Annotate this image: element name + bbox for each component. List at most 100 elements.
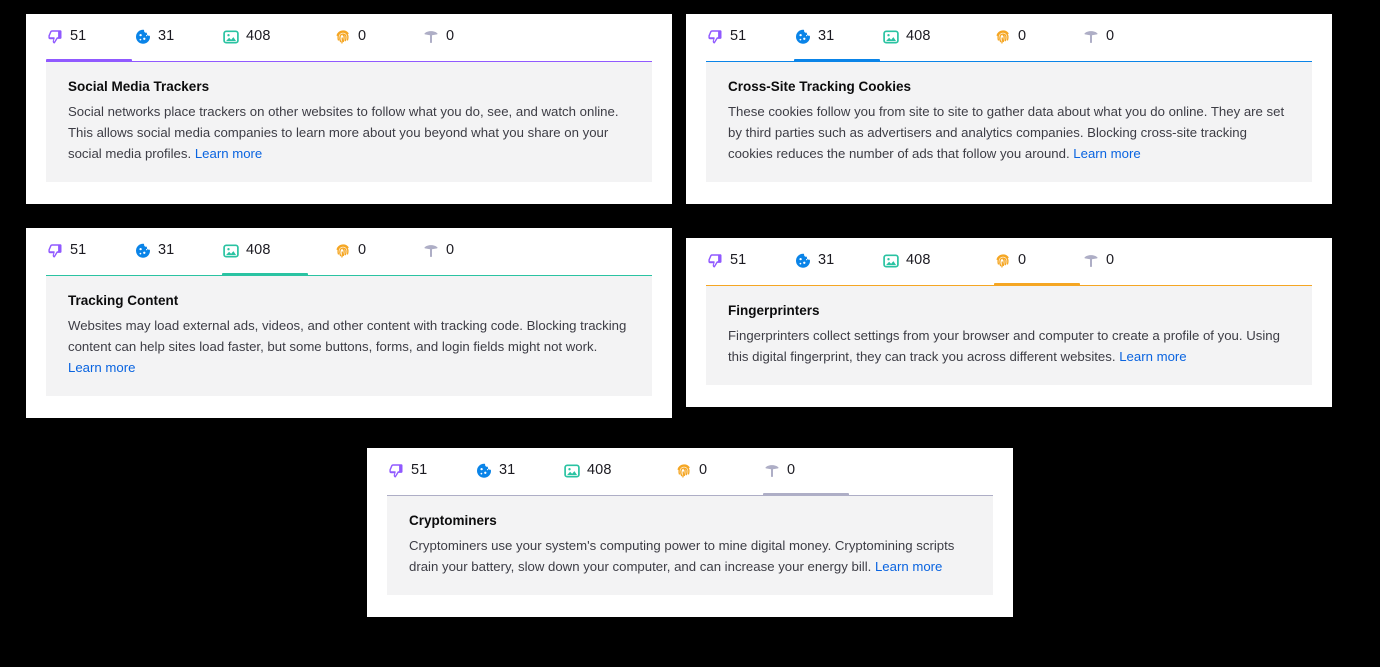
image-icon [563, 462, 580, 479]
tab-cookie[interactable]: 31 [134, 228, 174, 273]
fingerprint-icon [994, 28, 1011, 45]
learn-more-link[interactable]: Learn more [1119, 349, 1186, 364]
active-tab-indicator-cryptominer [763, 493, 849, 496]
thumbs-down-icon [46, 242, 63, 259]
category-description: Cryptominers use your system's computing… [409, 535, 971, 577]
cookie-icon [475, 462, 492, 479]
cookie-icon [134, 242, 151, 259]
category-title: Cross-Site Tracking Cookies [728, 79, 912, 94]
category-description: These cookies follow you from site to si… [728, 101, 1290, 164]
learn-more-link[interactable]: Learn more [875, 559, 942, 574]
thumbs-down-icon [46, 28, 63, 45]
tab-count-fingerprint: 0 [358, 242, 367, 259]
tab-count-cookie: 31 [818, 252, 835, 269]
tab-rail-hairline [46, 61, 652, 62]
learn-more-link[interactable]: Learn more [1073, 146, 1140, 161]
tab-count-fingerprint: 0 [358, 28, 367, 45]
tab-count-content: 408 [246, 28, 271, 45]
pickaxe-icon [422, 28, 439, 45]
tab-count-social: 51 [70, 28, 87, 45]
tab-fingerprint[interactable]: 0 [334, 14, 366, 59]
tab-fingerprint[interactable]: 0 [994, 238, 1026, 283]
tab-social[interactable]: 51 [46, 228, 86, 273]
tab-count-cryptominer: 0 [1106, 252, 1115, 269]
thumbs-down-icon [387, 462, 404, 479]
category-description-text: Fingerprinters collect settings from you… [728, 327, 1280, 364]
tab-underline-rail [387, 493, 993, 496]
tab-cookie[interactable]: 31 [794, 238, 834, 283]
tab-fingerprint[interactable]: 0 [675, 448, 707, 493]
tab-cryptominer[interactable]: 0 [422, 228, 454, 273]
fingerprint-icon [334, 242, 351, 259]
tab-count-content: 408 [906, 28, 931, 45]
tab-count-cookie: 31 [818, 28, 835, 45]
tab-social[interactable]: 51 [46, 14, 86, 59]
active-tab-indicator-cookie [794, 59, 880, 62]
fingerprint-icon [334, 28, 351, 45]
tab-count-fingerprint: 0 [1018, 28, 1027, 45]
tab-count-social: 51 [70, 242, 87, 259]
tab-count-fingerprint: 0 [1018, 252, 1027, 269]
active-tab-indicator-content [222, 273, 308, 276]
category-description-panel: Tracking Content Websites may load extern… [46, 276, 652, 396]
category-description: Social networks place trackers on other … [68, 101, 630, 164]
tab-cookie[interactable]: 31 [475, 448, 515, 493]
tab-rail-hairline [387, 495, 993, 496]
image-icon [882, 252, 899, 269]
category-title: Fingerprinters [728, 303, 820, 318]
tab-fingerprint[interactable]: 0 [994, 14, 1026, 59]
tab-count-cookie: 31 [158, 242, 175, 259]
tab-count-cryptominer: 0 [446, 28, 455, 45]
tab-cryptominer[interactable]: 0 [1082, 14, 1114, 59]
active-tab-indicator-fingerprint [994, 283, 1080, 286]
tab-underline-rail [46, 273, 652, 276]
tab-content[interactable]: 408 [222, 14, 271, 59]
pickaxe-icon [1082, 252, 1099, 269]
tab-rail-hairline [46, 275, 652, 276]
tab-count-content: 408 [246, 242, 271, 259]
tab-cryptominer[interactable]: 0 [763, 448, 795, 493]
cookie-icon [794, 28, 811, 45]
screenshot-stage: Cryptominers Cryptominers use your system… [0, 0, 1380, 667]
tab-count-cryptominer: 0 [446, 242, 455, 259]
tab-content[interactable]: 408 [222, 228, 271, 273]
category-description-panel: Cryptominers Cryptominers use your system… [387, 496, 993, 595]
tab-count-cookie: 31 [158, 28, 175, 45]
tab-cryptominer[interactable]: 0 [1082, 238, 1114, 283]
tab-content[interactable]: 408 [882, 14, 931, 59]
tab-cookie[interactable]: 31 [134, 14, 174, 59]
thumbs-down-icon [706, 252, 723, 269]
tab-fingerprint[interactable]: 0 [334, 228, 366, 273]
category-description-text: Social networks place trackers on other … [68, 103, 619, 161]
tab-count-cookie: 31 [499, 462, 516, 479]
tab-cookie[interactable]: 31 [794, 14, 834, 59]
tab-content[interactable]: 408 [882, 238, 931, 283]
tab-count-social: 51 [730, 252, 747, 269]
card-bottom-padding [367, 595, 1013, 617]
tab-cryptominer[interactable]: 0 [422, 14, 454, 59]
pickaxe-icon [1082, 28, 1099, 45]
category-description-panel: Cross-Site Tracking Cookies These cookies… [706, 62, 1312, 182]
fingerprint-icon [675, 462, 692, 479]
learn-more-link[interactable]: Learn more [68, 360, 135, 375]
tab-count-content: 408 [906, 252, 931, 269]
tab-social[interactable]: 51 [387, 448, 427, 493]
category-description-text: Cryptominers use your system's computing… [409, 537, 955, 574]
cookie-icon [794, 252, 811, 269]
category-title: Tracking Content [68, 293, 179, 308]
active-tab-indicator-social [46, 59, 132, 62]
tab-count-cryptominer: 0 [1106, 28, 1115, 45]
tab-underline-rail [46, 59, 652, 62]
tab-underline-rail [706, 59, 1312, 62]
learn-more-link[interactable]: Learn more [195, 146, 262, 161]
category-description-text: Websites may load external ads, videos, … [68, 317, 627, 354]
image-icon [222, 28, 239, 45]
pickaxe-icon [422, 242, 439, 259]
image-icon [222, 242, 239, 259]
category-description: Fingerprinters collect settings from you… [728, 325, 1290, 367]
tab-social[interactable]: 51 [706, 238, 746, 283]
tab-social[interactable]: 51 [706, 14, 746, 59]
tab-count-social: 51 [730, 28, 747, 45]
card-bottom-padding [26, 182, 672, 204]
tab-content[interactable]: 408 [563, 448, 612, 493]
